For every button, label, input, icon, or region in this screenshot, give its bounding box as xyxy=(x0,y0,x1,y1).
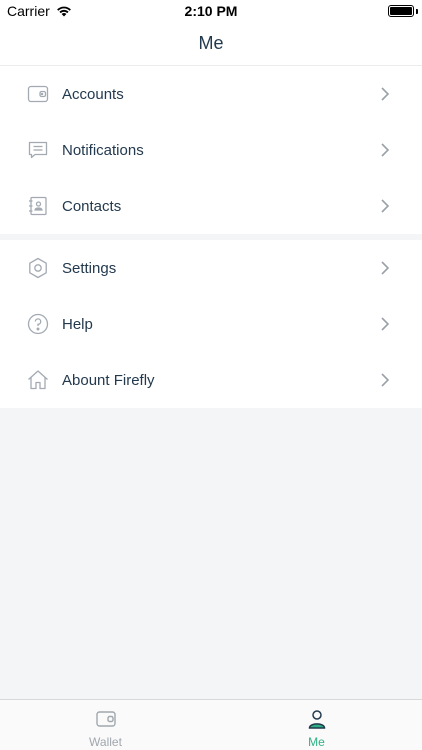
message-icon xyxy=(28,141,48,159)
menu-group-app: Settings Help Abount Firefly xyxy=(0,240,422,408)
status-bar: Carrier 2:10 PM xyxy=(0,0,422,22)
tab-label: Wallet xyxy=(89,735,122,749)
menu-item-settings[interactable]: Settings xyxy=(0,240,422,296)
menu-group-account: Accounts Notifications Contacts xyxy=(0,66,422,234)
contact-card-icon xyxy=(29,196,47,216)
person-icon xyxy=(308,710,325,729)
menu-item-label: Notifications xyxy=(62,141,144,159)
wallet-icon xyxy=(27,85,49,103)
chevron-right-icon xyxy=(381,261,390,275)
tab-bar: Wallet Me xyxy=(0,699,422,750)
menu-item-notifications[interactable]: Notifications xyxy=(0,122,422,178)
tab-label: Me xyxy=(308,735,325,749)
chevron-right-icon xyxy=(381,373,390,387)
battery-icon xyxy=(388,5,414,17)
menu-item-label: Accounts xyxy=(62,85,124,103)
menu-item-contacts[interactable]: Contacts xyxy=(0,178,422,234)
chevron-right-icon xyxy=(381,317,390,331)
menu-item-label: Help xyxy=(62,315,93,333)
nav-bar: Me xyxy=(0,22,422,66)
tab-wallet[interactable]: Wallet xyxy=(0,700,211,750)
page-title: Me xyxy=(198,33,224,53)
gear-icon xyxy=(29,257,47,279)
wallet-icon xyxy=(95,711,116,727)
chevron-right-icon xyxy=(381,199,390,213)
menu-item-label: Abount Firefly xyxy=(62,371,155,389)
battery-cap xyxy=(416,8,418,14)
menu-item-accounts[interactable]: Accounts xyxy=(0,66,422,122)
tab-me[interactable]: Me xyxy=(211,700,422,750)
menu-item-help[interactable]: Help xyxy=(0,296,422,352)
chevron-right-icon xyxy=(381,143,390,157)
menu-item-label: Contacts xyxy=(62,197,122,215)
chevron-right-icon xyxy=(381,87,390,101)
status-time: 2:10 PM xyxy=(184,3,238,19)
help-icon xyxy=(27,313,49,335)
menu-item-about[interactable]: Abount Firefly xyxy=(0,352,422,408)
home-icon xyxy=(28,370,48,390)
menu-item-label: Settings xyxy=(62,259,117,277)
